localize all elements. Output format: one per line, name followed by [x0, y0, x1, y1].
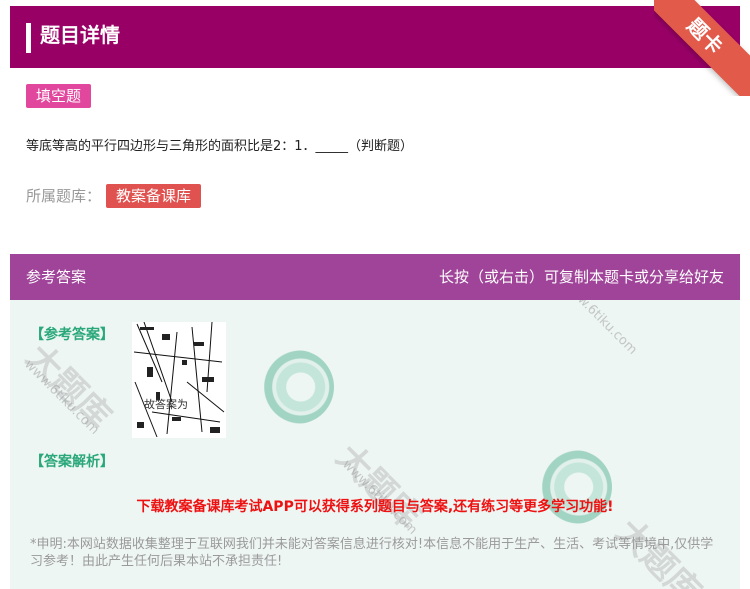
- answer-image-texture: [132, 322, 226, 438]
- question-bank-link[interactable]: 教案备课库: [106, 184, 202, 208]
- watermark-site: www.6tiku.com: [559, 300, 640, 358]
- ribbon-band: 题卡: [654, 0, 750, 96]
- answer-panel-header: 参考答案 长按（或右击）可复制本题卡或分享给好友: [10, 254, 740, 300]
- answer-label: 【参考答案】: [30, 327, 114, 343]
- watermark-logo-icon: [260, 350, 334, 424]
- header-accent-bar: [26, 23, 31, 53]
- answer-image-caption: 故答案为: [144, 398, 188, 411]
- answer-panel-body: 大题库 大题库 大题库 www.6tiku.com www.6tiku.com …: [10, 300, 740, 589]
- answer-panel-title: 参考答案: [26, 268, 87, 286]
- watermark-brand: 大题库: [328, 436, 429, 538]
- question-bank-label: 所属题库：: [26, 187, 102, 205]
- page-title: 题目详情: [40, 23, 120, 47]
- page-header: 题目详情: [10, 6, 740, 68]
- copy-share-hint: 长按（或右击）可复制本题卡或分享给好友: [438, 268, 724, 286]
- disclaimer-text: *申明:本网站数据收集整理于互联网我们并未能对答案信息进行核对!本信息不能用于生…: [30, 537, 714, 569]
- download-app-notice[interactable]: 下载教案备课库考试APP可以获得系列题目与答案,还有练习等更多学习功能!: [10, 497, 740, 517]
- question-text: 等底等高的平行四边形与三角形的面积比是2：1．_____（判断题）: [26, 139, 414, 154]
- question-card-ribbon[interactable]: 题卡: [654, 0, 750, 96]
- analysis-label: 【答案解析】: [30, 454, 114, 470]
- ribbon-label: 题卡: [682, 13, 728, 59]
- question-type-badge: 填空题: [26, 84, 92, 108]
- answer-image: 故答案为: [132, 322, 226, 438]
- watermark-brand: 大题库: [18, 336, 119, 438]
